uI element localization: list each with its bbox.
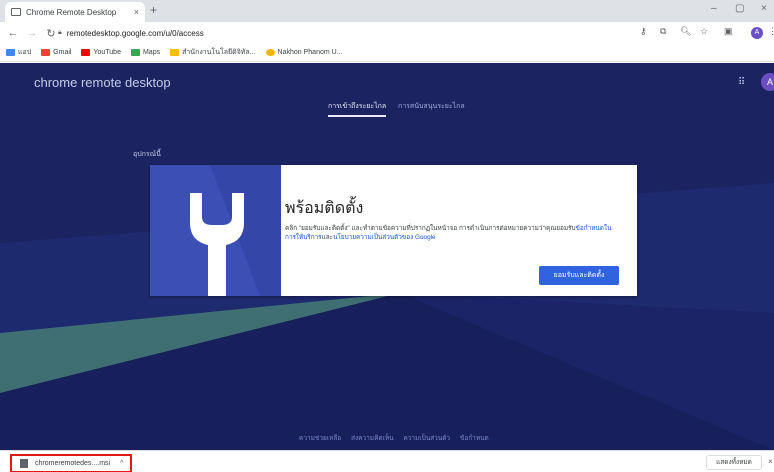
remote-desktop-page: chrome remote desktop ⠿ A การเข้าถึงระยะ… bbox=[0, 63, 774, 450]
address-bar[interactable]: 🔒︎ remotedesktop.google.com/u/0/access bbox=[58, 25, 628, 41]
bookmark-label: Nakhon Phanom U... bbox=[277, 49, 343, 56]
card-text-and: และ bbox=[321, 234, 334, 241]
bookmark-label: สำนักงานโนโลยีดิจิทัล... bbox=[182, 49, 256, 56]
browser-toolbar: ← → ↻ 🔒︎ remotedesktop.google.com/u/0/ac… bbox=[0, 22, 774, 44]
card-text-intro: คลิก "ยอมรับและติดตั้ง" และทำตามข้อความท… bbox=[285, 225, 576, 232]
card-description: คลิก "ยอมรับและติดตั้ง" และทำตามข้อความท… bbox=[285, 224, 620, 242]
close-window-button[interactable]: × bbox=[761, 3, 767, 14]
university-icon bbox=[265, 49, 275, 56]
reload-icon[interactable]: ↻ bbox=[45, 27, 57, 40]
lock-icon: 🔒︎ bbox=[58, 29, 62, 36]
new-tab-button[interactable]: + bbox=[150, 3, 157, 17]
download-bar: chromeremotedes....msi ^ แสดงทั้งหมด × bbox=[0, 450, 774, 472]
footer-link-feedback[interactable]: ส่งความคิดเห็น bbox=[351, 435, 394, 442]
tab-strip: Chrome Remote Desktop × + – ▢ × bbox=[0, 0, 774, 22]
tab-title: Chrome Remote Desktop bbox=[26, 7, 117, 17]
remote-desktop-favicon-icon bbox=[11, 8, 21, 16]
bookmark-gmail[interactable]: Gmail bbox=[41, 49, 71, 56]
account-avatar[interactable]: A bbox=[761, 73, 774, 91]
installer-file-icon bbox=[20, 459, 28, 468]
footer-link-help[interactable]: ความช่วยเหลือ bbox=[299, 435, 341, 442]
bookmark-nakhon-phanom[interactable]: Nakhon Phanom U... bbox=[265, 49, 343, 56]
google-apps-icon[interactable]: ⠿ bbox=[738, 77, 745, 88]
bookmark-maps[interactable]: Maps bbox=[130, 49, 161, 56]
card-title: พร้อมติดตั้ง bbox=[285, 200, 364, 217]
accept-and-install-button[interactable]: ยอมรับและติดตั้ง bbox=[539, 266, 619, 285]
apps-grid-icon bbox=[6, 49, 15, 56]
bookmark-star-icon[interactable]: ☆ bbox=[700, 26, 708, 37]
download-item[interactable]: chromeremotedes....msi ^ bbox=[10, 454, 132, 472]
folder-icon bbox=[170, 49, 180, 56]
footer-link-privacy[interactable]: ความเป็นส่วนตัว bbox=[403, 435, 450, 442]
footer-links: ความช่วยเหลือ ส่งความคิดเห็น ความเป็นส่ว… bbox=[299, 433, 497, 443]
browser-tab[interactable]: Chrome Remote Desktop × bbox=[5, 2, 145, 22]
open-in-app-icon[interactable]: ⧉ bbox=[660, 26, 666, 37]
app-brand: chrome remote desktop bbox=[34, 75, 171, 90]
bookmark-label: Gmail bbox=[53, 49, 72, 56]
close-download-bar-icon[interactable]: × bbox=[768, 457, 773, 466]
bookmark-label: Maps bbox=[142, 49, 161, 56]
tab-remote-support[interactable]: การสนับสนุนระยะไกล bbox=[398, 101, 465, 112]
minimize-button[interactable]: – bbox=[711, 3, 717, 14]
bookmark-label: แอป bbox=[18, 49, 32, 56]
wrench-icon bbox=[190, 165, 281, 296]
bookmark-apps[interactable]: แอป bbox=[6, 47, 31, 58]
youtube-icon bbox=[81, 49, 91, 56]
show-all-button[interactable]: แสดงทั้งหมด bbox=[706, 455, 762, 470]
tab-close-icon[interactable]: × bbox=[134, 7, 139, 17]
profile-avatar[interactable]: A bbox=[751, 27, 763, 39]
extension-icon[interactable]: ▣ bbox=[724, 26, 733, 37]
bookmarks-bar: แอป Gmail YouTube Maps สำนักงานโนโลยีดิจ… bbox=[0, 44, 774, 62]
maximize-button[interactable]: ▢ bbox=[735, 3, 744, 14]
install-card: พร้อมติดตั้ง คลิก "ยอมรับและติดตั้ง" และ… bbox=[150, 165, 637, 296]
maps-icon bbox=[130, 49, 140, 56]
card-illustration bbox=[150, 165, 281, 296]
footer-link-terms[interactable]: ข้อกำหนด bbox=[460, 435, 489, 442]
privacy-link[interactable]: นโยบายความเป็นส่วนตัวของ Google bbox=[333, 234, 436, 241]
tab-remote-access[interactable]: การเข้าถึงระยะไกล bbox=[328, 101, 387, 117]
chevron-up-icon[interactable]: ^ bbox=[120, 460, 123, 467]
url-text: remotedesktop.google.com/u/0/access bbox=[66, 28, 204, 38]
bookmark-label: YouTube bbox=[93, 49, 121, 56]
this-device-heading: อุปกรณ์นี้ bbox=[133, 151, 161, 158]
key-icon[interactable]: ⚷ bbox=[640, 26, 647, 37]
back-arrow-icon[interactable]: ← bbox=[7, 27, 19, 39]
bookmark-digital-office[interactable]: สำนักงานโนโลยีดิจิทัล... bbox=[170, 47, 256, 58]
zoom-icon[interactable]: 🔍︎ bbox=[680, 26, 691, 37]
menu-icon[interactable]: ⋮ bbox=[768, 26, 774, 37]
forward-arrow-icon[interactable]: → bbox=[26, 27, 38, 39]
bookmark-youtube[interactable]: YouTube bbox=[81, 49, 121, 56]
gmail-icon bbox=[41, 49, 51, 56]
download-filename: chromeremotedes....msi bbox=[35, 460, 111, 467]
